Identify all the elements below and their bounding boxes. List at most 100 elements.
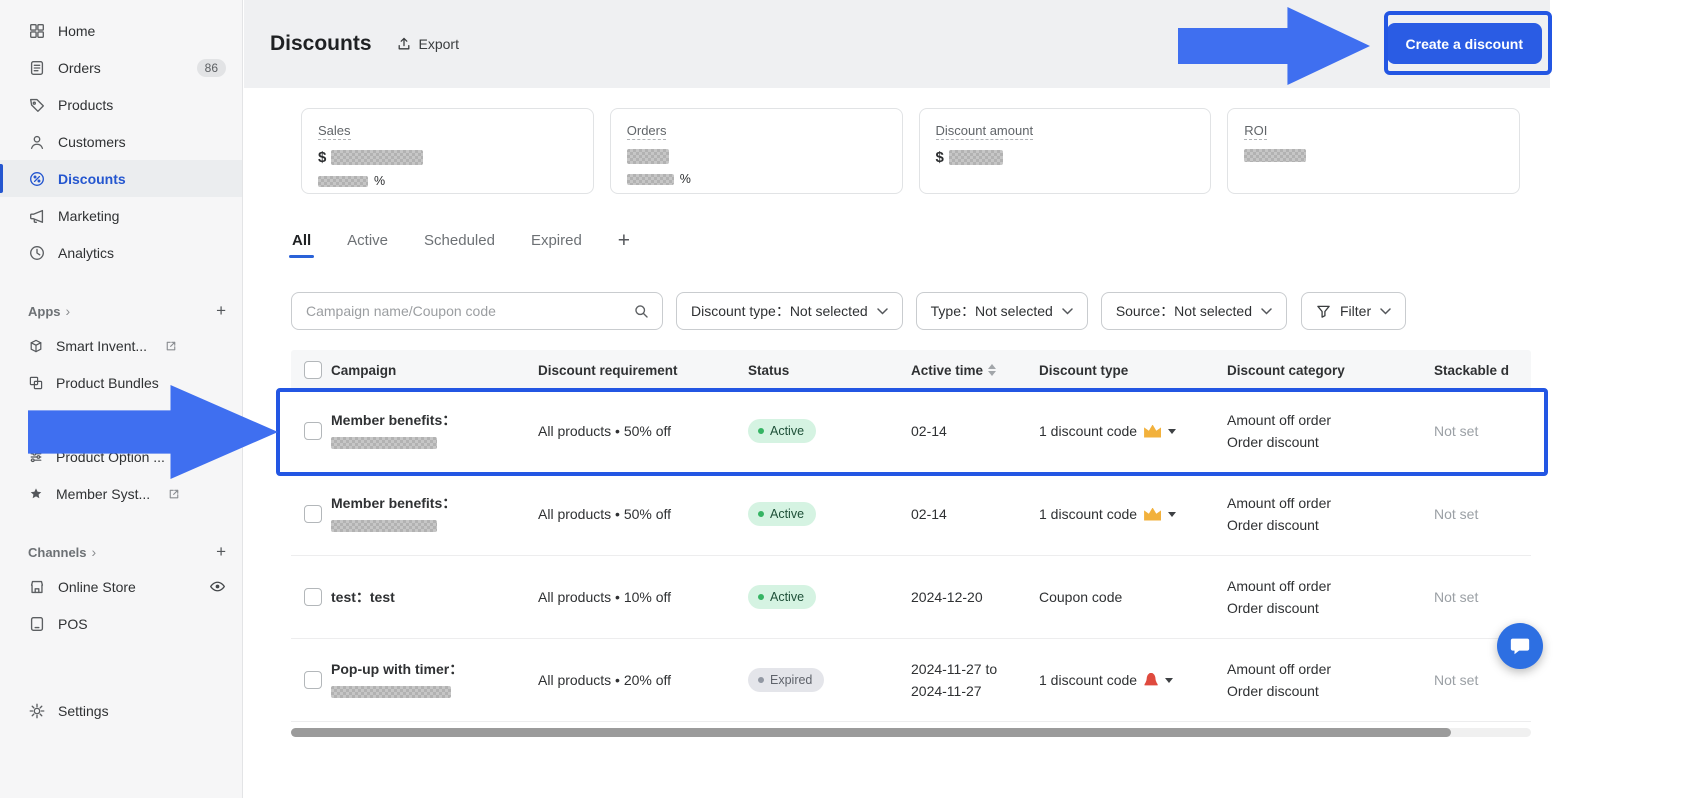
row-checkbox[interactable] xyxy=(304,588,322,606)
sidebar-item-label: Online Store xyxy=(58,579,136,595)
export-icon xyxy=(396,36,412,52)
stat-label: Discount amount xyxy=(936,123,1034,140)
scrollbar-thumb[interactable] xyxy=(291,728,1451,737)
sort-icon[interactable] xyxy=(988,364,996,376)
row-checkbox[interactable] xyxy=(304,671,322,689)
discount-type-dropdown[interactable]: Discount type：Not selected xyxy=(676,292,903,330)
export-button[interactable]: Export xyxy=(396,36,459,52)
column-active-time[interactable]: Active time xyxy=(911,363,1039,378)
marketing-icon xyxy=(28,207,46,225)
app-options-icon xyxy=(28,449,44,465)
status-tabs: All Active Scheduled Expired + xyxy=(292,222,1550,258)
row-checkbox[interactable] xyxy=(304,422,322,440)
stat-card-discount-amount: Discount amount $ xyxy=(919,108,1212,194)
tab-scheduled[interactable]: Scheduled xyxy=(424,232,495,249)
stat-label: Sales xyxy=(318,123,351,140)
redacted-value xyxy=(331,150,423,165)
dropdown-label: Type：Not selected xyxy=(931,301,1053,321)
sidebar-item-settings[interactable]: Settings xyxy=(0,692,242,729)
sidebar-item-pos[interactable]: POS xyxy=(0,605,242,642)
caret-down-icon[interactable] xyxy=(1168,512,1176,517)
external-link-icon xyxy=(165,340,177,352)
discount-category-line2: Order discount xyxy=(1227,514,1424,536)
gear-icon xyxy=(28,702,46,720)
sidebar-item-label: POS xyxy=(58,616,88,632)
eye-icon[interactable] xyxy=(209,578,226,595)
chevron-down-icon xyxy=(1380,308,1391,315)
apps-section-header[interactable]: Apps › + xyxy=(0,295,242,327)
main-content: Discounts Export Create a discount Sales… xyxy=(244,0,1550,798)
crown-icon xyxy=(1144,425,1161,438)
status-dot xyxy=(758,428,764,434)
sidebar-item-product-bundles[interactable]: Product Bundles xyxy=(0,364,242,401)
table-header: Campaign Discount requirement Status Act… xyxy=(291,350,1531,390)
stat-card-orders: Orders % xyxy=(610,108,903,194)
column-discount-type: Discount type xyxy=(1039,363,1227,378)
chevron-down-icon xyxy=(1062,308,1073,315)
sidebar-item-products[interactable]: Products xyxy=(0,86,242,123)
discount-category-line1: Amount off order xyxy=(1227,492,1424,514)
table-row[interactable]: Member benefits： All products • 50% off … xyxy=(291,390,1531,473)
chevron-right-icon: › xyxy=(92,544,97,560)
table-row[interactable]: Pop-up with timer： All products • 20% of… xyxy=(291,639,1531,722)
redacted-value xyxy=(627,149,669,164)
sidebar-item-online-store[interactable]: Online Store xyxy=(0,568,242,605)
redacted-value xyxy=(627,174,674,185)
create-discount-button[interactable]: Create a discount xyxy=(1387,23,1542,64)
sidebar-item-orders[interactable]: Orders 86 xyxy=(0,49,242,86)
dropdown-label: Source：Not selected xyxy=(1116,301,1252,321)
type-dropdown[interactable]: Type：Not selected xyxy=(916,292,1088,330)
tab-active[interactable]: Active xyxy=(347,232,388,249)
campaign-name[interactable]: Pop-up with timer： xyxy=(331,659,528,679)
sidebar-item-analytics[interactable]: Analytics xyxy=(0,234,242,271)
campaign-name[interactable]: Member benefits： xyxy=(331,493,528,513)
caret-down-icon[interactable] xyxy=(1165,678,1173,683)
store-icon xyxy=(28,578,46,596)
sidebar: Home Orders 86 Products Customers Discou… xyxy=(0,0,243,798)
stackable-value: Not set xyxy=(1434,506,1531,522)
currency-prefix: $ xyxy=(318,149,326,166)
funnel-icon xyxy=(1316,304,1331,319)
column-stackable: Stackable d xyxy=(1434,363,1531,378)
row-checkbox[interactable] xyxy=(304,505,322,523)
sidebar-item-home[interactable]: Home xyxy=(0,12,242,49)
discount-category-line2: Order discount xyxy=(1227,680,1424,702)
campaign-name[interactable]: test：test xyxy=(331,587,528,607)
sidebar-item-customers[interactable]: Customers xyxy=(0,123,242,160)
discounts-icon xyxy=(28,170,46,188)
add-channel-button[interactable]: + xyxy=(216,542,226,562)
sidebar-item-discounts[interactable]: Discounts xyxy=(0,160,242,197)
stat-card-roi: ROI xyxy=(1227,108,1520,194)
sidebar-item-member-system[interactable]: Member Syst... xyxy=(0,475,242,512)
discount-requirement: All products • 10% off xyxy=(538,589,748,605)
caret-down-icon[interactable] xyxy=(1168,429,1176,434)
discount-type: 1 discount code xyxy=(1039,506,1137,522)
filter-button[interactable]: Filter xyxy=(1301,292,1406,330)
search-box[interactable] xyxy=(291,292,663,330)
active-time: 02-14 xyxy=(911,506,1039,522)
sidebar-item-smart-inventory[interactable]: Smart Invent... xyxy=(0,327,242,364)
add-app-button[interactable]: + xyxy=(216,301,226,321)
select-all-checkbox[interactable] xyxy=(304,361,322,379)
chat-widget-button[interactable] xyxy=(1497,623,1543,669)
tab-expired[interactable]: Expired xyxy=(531,232,582,249)
sidebar-item-marketing[interactable]: Marketing xyxy=(0,197,242,234)
redacted-value xyxy=(331,437,437,449)
sidebar-item-label: Analytics xyxy=(58,245,114,261)
status-dot xyxy=(758,677,764,683)
table-row[interactable]: test：test All products • 10% off Active … xyxy=(291,556,1531,639)
campaign-name[interactable]: Member benefits： xyxy=(331,410,528,430)
discount-requirement: All products • 20% off xyxy=(538,672,748,688)
orders-icon xyxy=(28,59,46,77)
active-time: 2024-12-20 xyxy=(911,589,1039,605)
add-tab-button[interactable]: + xyxy=(618,230,630,251)
table-row[interactable]: Member benefits： All products • 50% off … xyxy=(291,473,1531,556)
source-dropdown[interactable]: Source：Not selected xyxy=(1101,292,1287,330)
channels-section-header[interactable]: Channels › + xyxy=(0,536,242,568)
search-input[interactable] xyxy=(304,302,633,320)
column-status: Status xyxy=(748,363,911,378)
discount-category-line1: Amount off order xyxy=(1227,409,1424,431)
tab-all[interactable]: All xyxy=(292,232,311,249)
sidebar-item-product-option[interactable]: Product Option ... xyxy=(0,438,242,475)
sidebar-item-flash[interactable]: Flash xyxy=(0,401,242,438)
